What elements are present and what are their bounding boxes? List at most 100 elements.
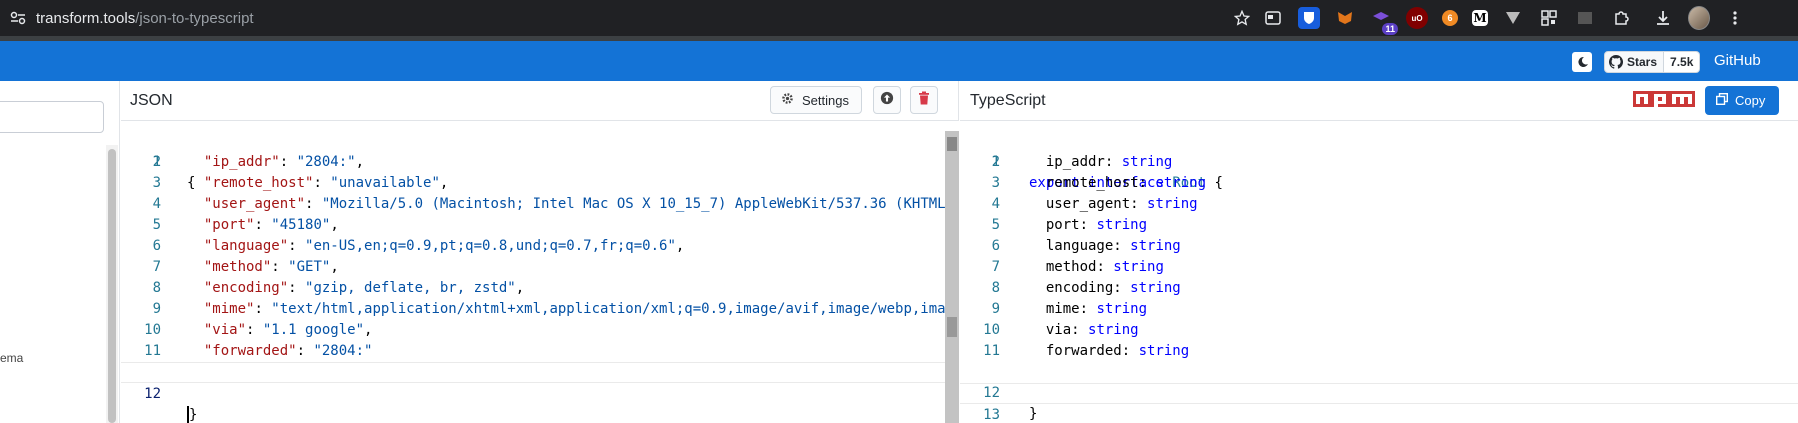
trash-icon — [918, 91, 930, 110]
line-number: 7 — [991, 259, 1000, 275]
upload-button[interactable] — [873, 86, 901, 114]
extension-bar: 11 uO 6 M — [1262, 0, 1760, 36]
field-type: string — [1147, 196, 1198, 212]
medium-icon[interactable]: M — [1472, 10, 1488, 26]
screen-icon[interactable] — [1574, 7, 1596, 29]
code-line: 4 user_agent: string — [960, 194, 1798, 215]
line-number: 6 — [991, 238, 1000, 254]
json-value: "en-US,en;q=0.9,pt;q=0.8,und;q=0.7,fr;q=… — [305, 238, 676, 254]
code-line: 11 "forwarded": "2804:" — [121, 341, 958, 362]
json-key: "language" — [203, 238, 289, 254]
field-type: string — [1138, 343, 1190, 359]
app-header: Stars 7.5k GitHub — [0, 41, 1798, 81]
field-name: encoding — [1045, 280, 1114, 296]
code-line: 4 "user_agent": "Mozilla/5.0 (Macintosh;… — [121, 194, 958, 215]
current-line: 13 — [960, 383, 1798, 423]
code-line: 9 "mime": "text/html,application/xhtml+x… — [121, 299, 958, 320]
sidebar-item-schema[interactable]: ema — [0, 351, 23, 365]
sidebar: ema — [0, 81, 120, 423]
json-value: "2804:" — [296, 154, 356, 170]
code-line: 3 remote_host: string — [960, 173, 1798, 194]
line-number: 3 — [991, 175, 1000, 191]
delete-button[interactable] — [910, 86, 938, 114]
stars-text: Stars — [1627, 55, 1658, 69]
field-name: remote_host — [1045, 175, 1139, 191]
line-number: 11 — [983, 343, 1000, 359]
field-name: language — [1045, 238, 1114, 254]
github-stars-label: Stars — [1604, 51, 1665, 73]
code-line: 11 forwarded: string — [960, 341, 1798, 362]
line-number: 10 — [144, 322, 161, 338]
vuejs-icon[interactable] — [1502, 7, 1524, 29]
line-number: 8 — [152, 280, 161, 296]
json-key: "remote_host" — [203, 175, 314, 191]
line-number: 4 — [152, 196, 161, 212]
site-settings-icon[interactable] — [10, 10, 26, 26]
npm-logo[interactable]: npm — [1633, 91, 1695, 109]
line-number: 9 — [991, 301, 1000, 317]
github-stars-button[interactable]: Stars 7.5k — [1604, 51, 1701, 73]
sidebar-scroll-thumb[interactable] — [108, 149, 116, 423]
field-name: forwarded — [1045, 343, 1122, 359]
download-icon[interactable] — [1652, 7, 1674, 29]
code-line: 7 method: string — [960, 257, 1798, 278]
field-type: string — [1155, 175, 1207, 191]
line-number: 5 — [991, 217, 1000, 233]
close-brace: } — [1029, 406, 1038, 422]
field-type: string — [1130, 238, 1181, 254]
line-number: 7 — [152, 259, 161, 275]
scroll-thumb[interactable] — [947, 137, 957, 151]
upload-icon — [880, 91, 894, 110]
field-type: string — [1121, 154, 1173, 170]
code-line: 12 } — [960, 362, 1798, 422]
field-type: string — [1113, 259, 1164, 275]
dark-mode-toggle[interactable] — [1572, 52, 1592, 72]
settings-button[interactable]: Settings — [770, 86, 862, 114]
ts-panel-title: TypeScript — [970, 91, 1046, 109]
copy-button[interactable]: Copy — [1705, 86, 1780, 115]
line-number: 9 — [152, 301, 161, 317]
json-value: "1.1 google" — [262, 322, 365, 338]
code-line: 10 via: string — [960, 320, 1798, 341]
address-bar[interactable]: transform.tools/json-to-typescript — [36, 10, 254, 27]
json-editor[interactable]: 1 { 2 "ip_addr": "2804:", 3 "remote_host… — [121, 131, 959, 423]
metamask-icon[interactable] — [1334, 7, 1356, 29]
field-name: via — [1045, 322, 1072, 338]
bitwarden-icon[interactable] — [1298, 7, 1320, 29]
tab-search-icon[interactable] — [1262, 7, 1284, 29]
field-type: string — [1130, 280, 1181, 296]
field-name: port — [1045, 217, 1080, 233]
field-type: string — [1096, 217, 1148, 233]
json-editor-scrollbar[interactable] — [945, 131, 959, 423]
line-number: 2 — [152, 154, 161, 170]
line-number: 13 — [983, 407, 1000, 423]
bookmark-star-icon[interactable] — [1231, 7, 1253, 29]
github-link[interactable]: GitHub — [1714, 52, 1761, 69]
json-key: "forwarded" — [203, 343, 297, 359]
avatar[interactable] — [1688, 6, 1710, 30]
line-number: 3 — [152, 175, 161, 191]
code-line: 8 "encoding": "gzip, deflate, br, zstd", — [121, 278, 958, 299]
puzzle-icon[interactable] — [1610, 7, 1632, 29]
qr-icon[interactable] — [1538, 7, 1560, 29]
json-value: "gzip, deflate, br, zstd" — [305, 280, 516, 296]
sidebar-search-input[interactable] — [0, 101, 104, 133]
more-menu-icon[interactable] — [1724, 7, 1746, 29]
json-key: "encoding" — [203, 280, 289, 296]
ts-editor[interactable]: 1 export interface Root { 2 ip_addr: str… — [960, 131, 1798, 423]
url-host: transform.tools — [36, 9, 136, 27]
json-value: "45180" — [271, 217, 331, 233]
extension-badge: 11 — [1382, 23, 1398, 35]
code-line: 10 "via": "1.1 google", — [121, 320, 958, 341]
coin-icon[interactable]: 6 — [1442, 10, 1458, 26]
json-value: "2804:" — [313, 343, 373, 359]
field-name: mime — [1045, 301, 1080, 317]
field-name: ip_addr — [1045, 154, 1105, 170]
ublock-icon[interactable]: uO — [1406, 7, 1428, 29]
code-line: 1 export interface Root { — [960, 131, 1798, 191]
settings-label: Settings — [802, 92, 849, 108]
line-number: 10 — [983, 322, 1000, 338]
graduation-icon[interactable]: 11 — [1370, 7, 1398, 35]
stars-count: 7.5k — [1664, 51, 1701, 73]
json-key: "mime" — [203, 301, 255, 317]
